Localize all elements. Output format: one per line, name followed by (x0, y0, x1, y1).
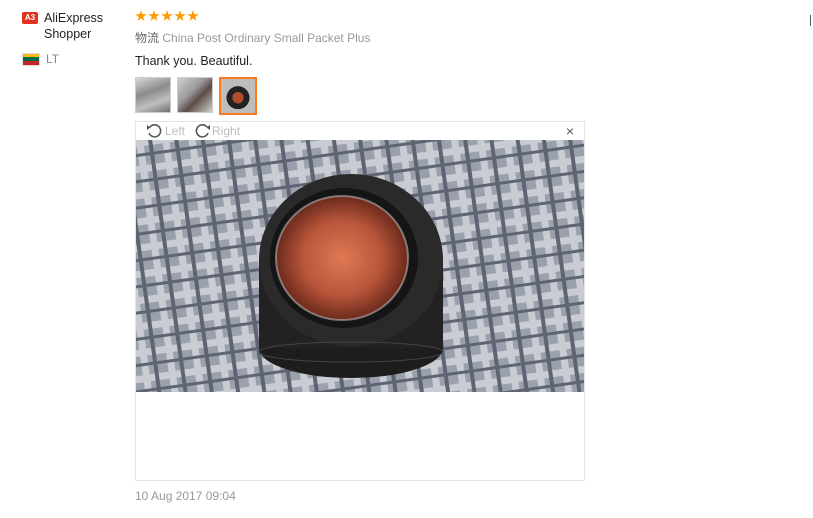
review-text: Thank you. Beautiful. (135, 54, 253, 68)
reviewer-info: A3 AliExpress Shopper LT (22, 10, 132, 66)
rotate-right-button[interactable]: Right (193, 123, 240, 139)
star-icon (135, 10, 147, 21)
review-body: 物流 China Post Ordinary Small Packet Plus… (135, 8, 585, 115)
rotate-right-label: Right (212, 124, 241, 138)
review-photo (136, 140, 584, 392)
level-badge: A3 (22, 12, 38, 24)
lithuania-flag-icon (22, 52, 40, 66)
photo-thumbnail[interactable] (135, 77, 171, 113)
country-code: LT (46, 52, 60, 66)
logistics-label: 物流 (135, 31, 160, 45)
star-icon (187, 10, 199, 21)
rotate-left-icon (147, 124, 162, 138)
rotate-right-icon (195, 124, 211, 138)
star-rating (135, 8, 585, 24)
reviewer-name-row: A3 AliExpress Shopper (22, 10, 132, 42)
star-icon (174, 10, 186, 21)
rotate-left-button[interactable]: Left (146, 123, 185, 139)
star-icon (161, 10, 173, 21)
review-date: 10 Aug 2017 09:04 (135, 489, 236, 503)
reviewer-name: AliExpress Shopper (44, 11, 104, 41)
photo-thumbnail[interactable] (177, 77, 213, 113)
close-icon[interactable]: × (566, 124, 574, 138)
photo-viewer: Left Right × (135, 121, 585, 481)
rotate-left-label: Left (165, 124, 186, 138)
viewer-toolbar: Left Right × (136, 122, 584, 140)
logistics-value: China Post Ordinary Small Packet Plus (162, 31, 371, 45)
photo-thumbnails (135, 77, 585, 115)
scrollbar-edge (810, 15, 811, 26)
photo-thumbnail-selected[interactable] (219, 77, 257, 115)
review-photo-image (136, 140, 584, 392)
logistics-info: 物流 China Post Ordinary Small Packet Plus (135, 29, 585, 46)
star-icon (148, 10, 160, 21)
country-row: LT (22, 52, 132, 66)
